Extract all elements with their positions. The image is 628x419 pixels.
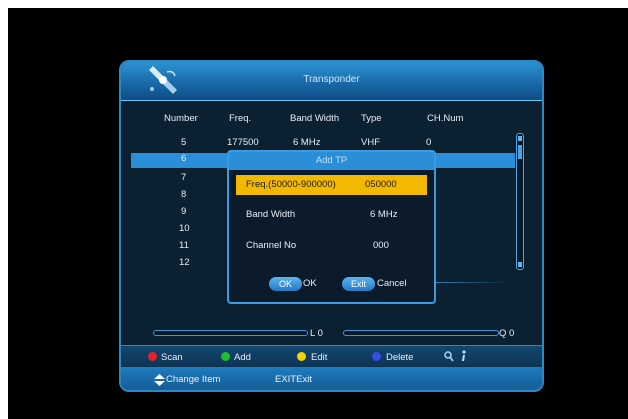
- row-number: 11: [179, 240, 189, 251]
- row-number: 12: [179, 257, 190, 268]
- bandwidth-value[interactable]: 6 MHz: [370, 209, 397, 220]
- row-number: 5: [181, 137, 187, 148]
- window-header: Transponder: [121, 62, 542, 101]
- signal-level-label: L 0: [310, 328, 323, 339]
- table-header: Number Freq. Band Width Type CH.Num: [121, 113, 542, 127]
- row-bandwidth: 6 MHz: [293, 137, 321, 148]
- freq-value[interactable]: 050000: [365, 179, 397, 190]
- row-number: 8: [181, 189, 187, 200]
- signal-quality-label: Q 0: [499, 328, 515, 339]
- up-down-arrow-icon: [154, 374, 165, 386]
- exit-hint: EXITExit: [275, 374, 312, 385]
- edit-label[interactable]: Edit: [311, 352, 327, 363]
- signal-level-bar: [153, 330, 308, 336]
- add-tp-dialog: Add TP Freq.(50000-900000) 050000 Band W…: [227, 150, 436, 304]
- info-icon[interactable]: [459, 350, 468, 362]
- row-number: 9: [181, 206, 187, 217]
- list-scrollbar[interactable]: [516, 133, 524, 270]
- scroll-thumb[interactable]: [518, 145, 522, 159]
- search-icon[interactable]: [444, 351, 454, 362]
- ok-button[interactable]: OK: [269, 277, 302, 291]
- col-type: Type: [361, 113, 382, 124]
- red-key-icon: [148, 352, 157, 361]
- green-key-icon: [221, 352, 230, 361]
- row-number: 7: [181, 172, 187, 183]
- bandwidth-label: Band Width: [246, 209, 296, 220]
- transponder-window: Transponder Number Freq. Band Width Type…: [119, 60, 544, 392]
- scan-label[interactable]: Scan: [161, 352, 183, 363]
- col-number: Number: [164, 113, 198, 124]
- dialog-title: Add TP: [229, 152, 434, 170]
- channel-value[interactable]: 000: [373, 240, 389, 251]
- add-label[interactable]: Add: [234, 352, 251, 363]
- delete-label[interactable]: Delete: [386, 352, 413, 363]
- row-type: VHF: [361, 137, 380, 148]
- col-chnum: CH.Num: [427, 113, 464, 124]
- bandwidth-field[interactable]: Band Width 6 MHz: [236, 205, 427, 225]
- row-freq: 177500: [227, 137, 259, 148]
- color-key-bar: Scan Add Edit Delete: [121, 345, 542, 368]
- window-title: Transponder: [303, 74, 360, 85]
- row-number: 10: [179, 223, 190, 234]
- row-number: 6: [181, 153, 187, 164]
- hint-bar: Change Item EXITExit: [121, 367, 542, 390]
- signal-quality-bar: [343, 330, 499, 336]
- channel-field[interactable]: Channel No 000: [236, 236, 427, 256]
- tv-screen: Transponder Number Freq. Band Width Type…: [8, 8, 628, 419]
- blue-key-icon: [372, 352, 381, 361]
- col-freq: Freq.: [229, 113, 252, 124]
- channel-label: Channel No: [246, 240, 297, 251]
- ok-label: OK: [303, 278, 317, 289]
- col-bandwidth: Band Width: [290, 113, 340, 124]
- row-chnum: 0: [426, 137, 432, 148]
- yellow-key-icon: [297, 352, 306, 361]
- change-item-hint: Change Item: [166, 374, 221, 385]
- exit-button[interactable]: Exit: [342, 277, 375, 291]
- scroll-down-icon[interactable]: [518, 262, 522, 267]
- cancel-label: Cancel: [377, 278, 407, 289]
- freq-field[interactable]: Freq.(50000-900000) 050000: [236, 175, 427, 195]
- freq-label: Freq.(50000-900000): [246, 179, 336, 190]
- scroll-up-icon[interactable]: [518, 136, 522, 141]
